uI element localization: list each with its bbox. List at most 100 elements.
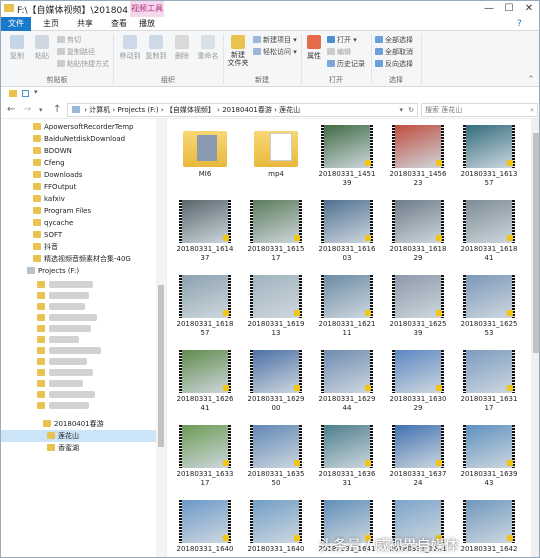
new-item-button[interactable]: 新建项目 ▾ — [253, 35, 297, 45]
invert-selection-button[interactable]: 反向选择 — [375, 59, 413, 69]
redacted-tree-item — [49, 281, 93, 288]
close-button[interactable]: ✕ — [519, 1, 539, 17]
video-file-tile[interactable]: 20180331_1629 44 — [315, 350, 379, 420]
video-file-tile[interactable]: 20180331_1625 53 — [457, 275, 521, 345]
easy-access-button[interactable]: 轻松访问 ▾ — [253, 47, 297, 57]
drive-icon — [27, 267, 35, 274]
copy-button[interactable]: 复制 — [6, 35, 28, 61]
video-file-tile[interactable]: 20180331_1621 11 — [315, 275, 379, 345]
open-button[interactable]: 打开 ▾ — [327, 35, 357, 45]
video-file-tile[interactable]: 20180331_1451 39 — [315, 125, 379, 195]
qat-dropdown-icon[interactable]: ▾ — [34, 88, 38, 96]
edit-button[interactable]: 编辑 — [327, 47, 351, 57]
video-file-tile[interactable]: 20180331_1639 43 — [457, 425, 521, 495]
new-folder-button[interactable]: 新建 文件夹 — [225, 35, 251, 67]
video-file-tile[interactable]: 20180331_1626 41 — [173, 350, 237, 420]
video-file-tile[interactable]: 20180331_1636 31 — [315, 425, 379, 495]
properties-button[interactable]: 属性 — [303, 35, 325, 61]
content-scrollbar-thumb[interactable] — [533, 133, 539, 353]
new-item-icon — [253, 36, 261, 43]
breadcrumb-lianhuashan[interactable]: 莲花山 — [279, 106, 300, 114]
group-label-organize: 组织 — [161, 76, 175, 84]
select-none-button[interactable]: 全部取消 — [375, 47, 413, 57]
search-input[interactable]: 搜索 莲花山 ⌕ — [421, 103, 538, 117]
folder-icon — [37, 402, 45, 409]
context-tab-video-tools[interactable]: 视频工具 — [130, 1, 164, 17]
tree-scrollbar-thumb[interactable] — [158, 285, 164, 447]
video-file-tile[interactable]: 20180331_1614 37 — [173, 200, 237, 270]
folder-icon — [33, 219, 41, 226]
video-file-tile[interactable]: 20180331_1635 50 — [244, 425, 308, 495]
cut-button[interactable]: 剪切 — [57, 35, 81, 45]
content-scrollbar[interactable] — [531, 119, 539, 557]
forward-arrow-icon[interactable]: → — [23, 104, 31, 115]
video-file-tile[interactable]: 20180331_1616 03 — [315, 200, 379, 270]
properties-icon[interactable] — [22, 90, 29, 97]
video-thumbnail — [463, 275, 515, 318]
video-file-tile[interactable]: 20180331_1633 17 — [173, 425, 237, 495]
back-arrow-icon[interactable]: ← — [7, 104, 15, 115]
copy-path-button[interactable]: 复制路径 — [57, 47, 95, 57]
folder-icon — [4, 4, 14, 12]
address-bar[interactable]: › 计算机 › Projects (F:) › 【自媒体视频】 › 201804… — [67, 103, 418, 117]
video-file-tile[interactable]: 20180331_1618 29 — [386, 200, 450, 270]
video-file-tile[interactable]: 20180331_1456 23 — [386, 125, 450, 195]
video-file-tile[interactable]: 20180331_1619 13 — [244, 275, 308, 345]
tab-home[interactable]: 主页 — [35, 17, 67, 31]
video-badge-icon — [436, 160, 442, 166]
folder-icon[interactable] — [9, 90, 17, 97]
video-file-tile[interactable]: 20180331_1629 00 — [244, 350, 308, 420]
video-file-tile[interactable]: 20180331_1637 24 — [386, 425, 450, 495]
video-file-tile[interactable]: 20180331_1625 39 — [386, 275, 450, 345]
video-file-tile[interactable]: 20180331_1642 — [457, 500, 521, 557]
video-file-tile[interactable]: 20180331_1640 — [244, 500, 308, 557]
rename-button[interactable]: 重命名 — [195, 35, 221, 61]
folder-icon — [37, 281, 45, 288]
folder-tile[interactable]: mp4 — [244, 125, 308, 195]
paste-button[interactable]: 粘贴 — [31, 35, 53, 61]
video-thumbnail — [179, 425, 231, 468]
video-file-tile[interactable]: 20180331_1613 57 — [457, 125, 521, 195]
minimize-button[interactable]: — — [479, 1, 499, 17]
breadcrumb-computer[interactable]: 计算机 — [89, 106, 110, 114]
breadcrumb-media[interactable]: 【自媒体视频】 — [166, 106, 215, 114]
edit-icon — [327, 48, 335, 55]
copy-to-button[interactable]: 复制到 — [143, 35, 169, 61]
video-file-tile[interactable]: 20180331_1618 57 — [173, 275, 237, 345]
file-name: 20180331_1451 39 — [318, 170, 376, 187]
video-file-tile[interactable]: 20180331_1615 17 — [244, 200, 308, 270]
select-all-button[interactable]: 全部选择 — [375, 35, 413, 45]
maximize-button[interactable]: ☐ — [499, 1, 519, 17]
folder-icon — [33, 135, 41, 142]
delete-button[interactable]: 删除 — [171, 35, 193, 61]
paste-shortcut-button[interactable]: 粘贴快捷方式 — [57, 59, 109, 69]
history-button[interactable]: 历史记录 — [327, 59, 365, 69]
search-icon: ⌕ — [530, 106, 534, 114]
tree-scrollbar[interactable] — [156, 119, 166, 557]
refresh-icon[interactable]: ↻ — [408, 104, 414, 116]
tab-share[interactable]: 共享 — [69, 17, 101, 31]
breadcrumb-drive[interactable]: Projects (F:) — [118, 106, 159, 114]
video-file-tile[interactable]: 20180331_1640 — [173, 500, 237, 557]
recent-locations-icon[interactable]: ▾ — [39, 106, 43, 114]
folder-icon — [37, 391, 45, 398]
tree-item-lianhuashan[interactable]: 莲花山 — [1, 430, 156, 442]
redacted-tree-item — [49, 391, 95, 398]
redacted-tree-item — [49, 402, 89, 409]
video-file-tile[interactable]: 20180331_1631 17 — [457, 350, 521, 420]
folder-tile[interactable]: MI6 — [173, 125, 237, 195]
folder-icon — [43, 420, 51, 427]
move-to-button[interactable]: 移动到 — [117, 35, 143, 61]
up-arrow-icon[interactable]: ↑ — [53, 104, 61, 115]
breadcrumb-spring-trip[interactable]: 20180401春游 — [222, 106, 272, 114]
help-icon[interactable]: ? — [517, 19, 522, 29]
video-file-tile[interactable]: 20180331_1618 41 — [457, 200, 521, 270]
video-file-tile[interactable]: 20180331_1630 29 — [386, 350, 450, 420]
tab-play[interactable]: 播放 — [130, 17, 164, 31]
video-badge-icon — [365, 310, 371, 316]
tab-file[interactable]: 文件 — [1, 17, 31, 31]
address-dropdown-icon[interactable]: ▾ — [399, 104, 403, 116]
ribbon: 复制 粘贴 剪切 复制路径 粘贴快捷方式 剪贴板 移动到 复制到 删除 重命名 … — [1, 31, 539, 87]
collapse-ribbon-icon[interactable]: ^ — [528, 75, 534, 83]
video-thumbnail — [179, 500, 231, 543]
